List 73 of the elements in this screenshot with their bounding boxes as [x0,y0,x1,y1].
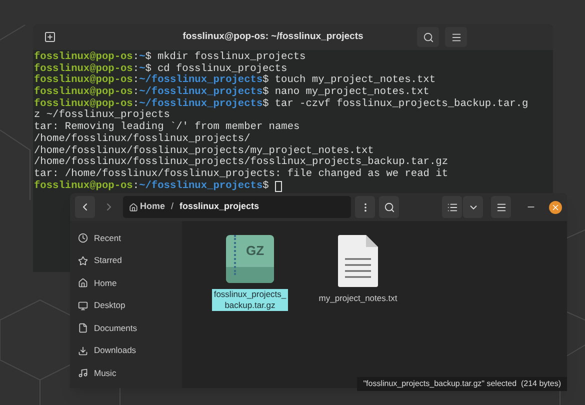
close-button[interactable] [549,200,562,214]
prompt-symbol: $ [145,64,152,75]
sidebar-item[interactable]: Desktop [70,294,182,317]
back-button[interactable] [75,196,95,218]
output-line: /home/fosslinux/fosslinux_projects/ [34,134,252,146]
menu-icon [496,202,506,212]
command-text: touch my_project_notes.txt [274,75,436,86]
breadcrumb-current[interactable]: fosslinux_projects [180,200,260,214]
output-line: z ~/fosslinux_projects [34,110,171,122]
prompt-separator: : [132,98,140,110]
command-text: nano my_project_notes.txt [274,87,430,98]
prompt-symbol: $ [145,52,152,64]
prompt-symbol: $ [262,75,269,86]
prompt-symbol: $ [262,180,269,192]
search-button[interactable] [417,27,439,47]
prompt-user: fosslinux@pop-os [34,98,133,110]
output-line: /home/fosslinux/fosslinux_projects/my_project_notes.txt [34,146,375,156]
menu-button[interactable] [445,27,467,47]
view-options-button[interactable] [463,196,483,218]
prompt-user: fosslinux@pop-os [34,75,133,86]
search-icon [384,202,394,212]
prompt-user: fosslinux@pop-os [34,64,133,75]
prompt-path: ~ [139,52,146,64]
downloads-icon [78,346,88,356]
close-icon [551,202,560,212]
prompt-separator: : [132,75,140,88]
sidebar-item[interactable]: Home [70,272,182,294]
view-list-button[interactable] [442,196,462,218]
prompt-path: ~/fosslinux_projects [139,98,263,110]
file-name[interactable]: my_project_notes.txt [316,293,400,304]
prompt-separator: : [132,87,140,99]
file-name[interactable]: fosslinux_projects_ backup.tar.gz [212,289,288,311]
desktop-icon [78,300,88,311]
prompt-separator: : [132,180,140,192]
sidebar-item[interactable]: Downloads [70,340,182,362]
prompt-path: ~/fosslinux_projects [139,87,263,98]
command-text: cd fosslinux_projects [157,64,288,75]
home-icon [78,278,88,288]
prompt-separator: : [132,64,140,76]
window-title: fosslinux@pop-os: ~/fosslinux_projects [182,30,364,44]
menu-icon [450,32,462,42]
sidebar-item[interactable]: Documents [70,317,182,340]
prompt-path: ~ [139,64,146,75]
recent-icon [78,233,88,244]
prompt-path: ~/fosslinux_projects [139,75,263,86]
menu-button[interactable] [491,196,511,218]
music-icon [78,368,88,378]
output-line: tar: Removing leading `/' from member names [34,122,301,134]
status-bar: "fosslinux_projects_backup.tar.gz" selected (214 bytes) [357,377,567,391]
sidebar-item[interactable]: Starred [70,250,182,272]
sidebar-item[interactable]: Music [70,362,182,384]
prompt-user: fosslinux@pop-os [34,180,133,192]
documents-icon [78,323,88,334]
output-line: tar: /home/fosslinux/fosslinux_projects: file changed as we read it [34,168,450,180]
prompt-user: fosslinux@pop-os [34,52,133,63]
search-icon [422,32,434,42]
new-tab-icon [44,31,56,43]
home-icon [129,202,138,212]
breadcrumb-home[interactable]: Home [140,200,166,214]
command-text: tar -czvf fosslinux_projects_backup.tar.g [274,98,528,110]
prompt-path: ~/fosslinux_projects [139,180,263,192]
prompt-symbol: $ [262,98,269,110]
search-button[interactable] [379,196,399,218]
sidebar-item[interactable]: Recent [70,227,182,250]
prompt-user: fosslinux@pop-os [34,87,133,98]
output-line: /home/fosslinux/fosslinux_projects/fosslinux_projects_backup.tar.gz [34,157,450,168]
prompt-separator: : [132,52,140,64]
prompt-symbol: $ [262,87,269,98]
command-text: mkdir fosslinux_projects [157,52,306,64]
breadcrumb-separator: / [171,200,174,214]
text-file-icon[interactable] [338,235,378,287]
starred-icon [78,256,88,266]
file-type-label: GZ [246,242,264,260]
